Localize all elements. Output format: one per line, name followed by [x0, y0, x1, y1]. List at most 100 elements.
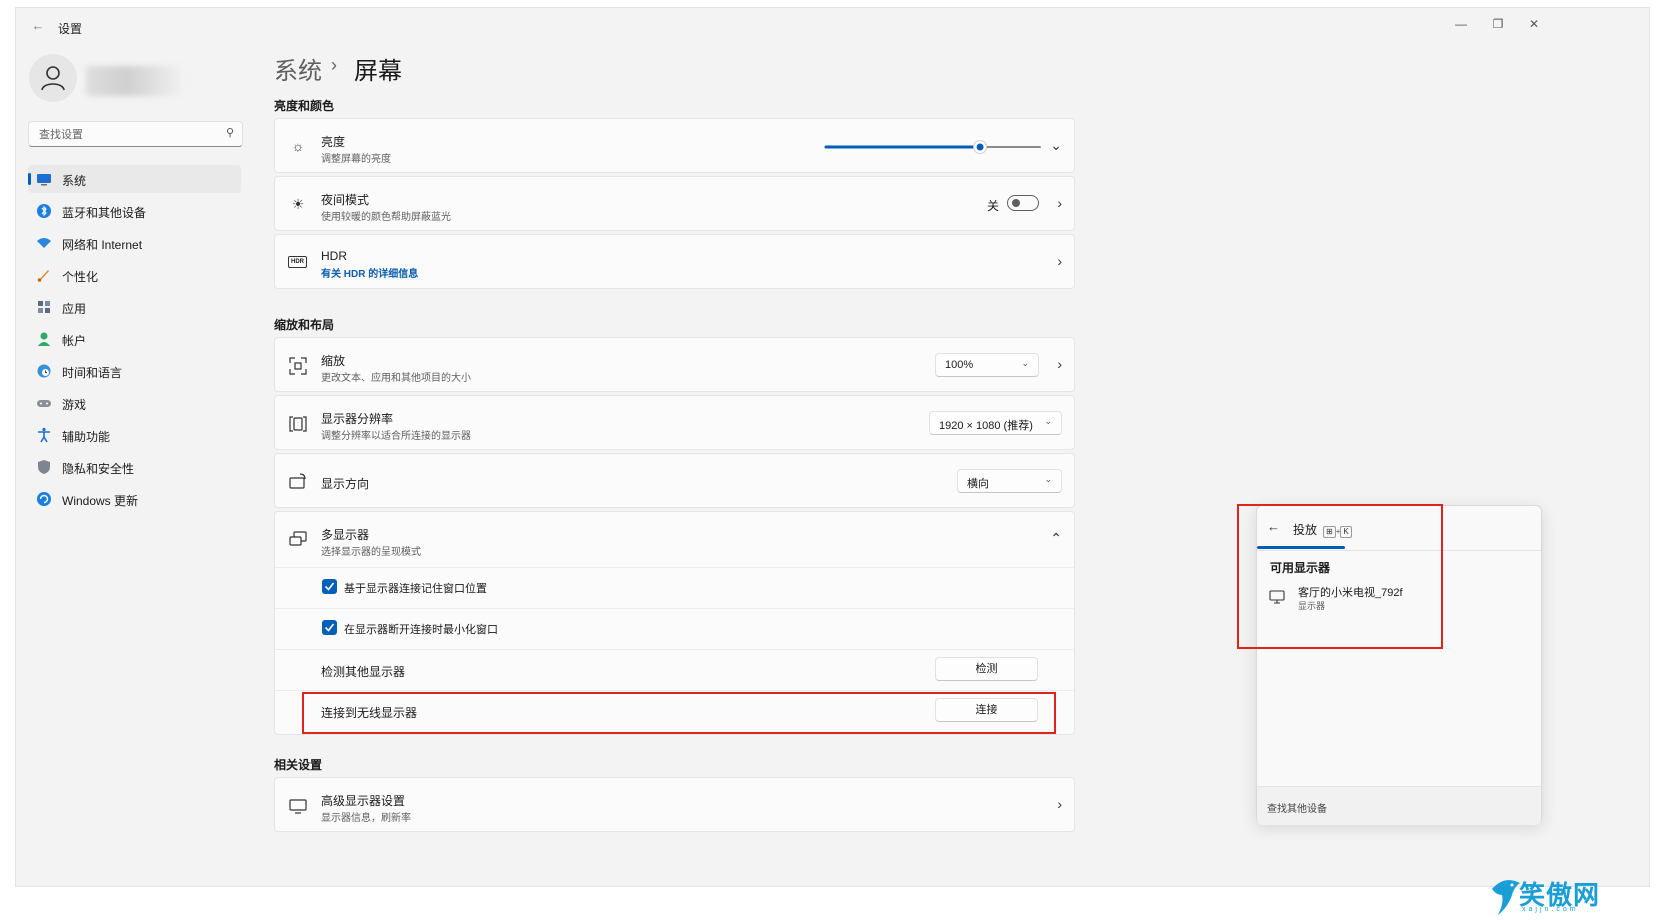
- sidebar-item-label: 系统: [62, 174, 87, 188]
- find-other-devices-link[interactable]: 查找其他设备: [1267, 800, 1327, 815]
- hdr-info-link[interactable]: 有关 HDR 的详细信息: [321, 265, 418, 280]
- night-light-title: 夜间模式: [321, 193, 370, 207]
- sidebar-item-label: 帐户: [62, 334, 87, 348]
- breadcrumb-parent[interactable]: 系统: [274, 51, 322, 86]
- brightness-expand-chevron-icon[interactable]: ⌄: [1050, 137, 1062, 154]
- hdr-title: HDR: [321, 249, 347, 263]
- chevron-down-icon: ⌄: [1021, 358, 1029, 368]
- connect-button[interactable]: 连接: [935, 698, 1038, 722]
- section-heading-related: 相关设置: [274, 758, 323, 772]
- advanced-display-subtitle: 显示器信息，刷新率: [321, 813, 411, 824]
- avatar[interactable]: [29, 54, 77, 102]
- resolution-card: 显示器分辨率 调整分辨率以适合所连接的显示器 1920 × 1080 (推荐) …: [274, 395, 1075, 450]
- detect-button[interactable]: 检测: [935, 657, 1038, 681]
- advanced-chevron-right-icon[interactable]: ›: [1057, 796, 1062, 812]
- scale-title: 缩放: [321, 354, 346, 368]
- multi-display-collapse-chevron-icon[interactable]: ⌃: [1050, 530, 1062, 547]
- hdr-icon: HDR: [288, 256, 307, 268]
- remember-positions-checkbox[interactable]: [322, 579, 337, 594]
- minimize-icon[interactable]: —: [1443, 12, 1479, 36]
- search-input[interactable]: [37, 125, 216, 144]
- orientation-dropdown[interactable]: 横向 ⌄: [957, 469, 1062, 493]
- monitor-icon: [289, 799, 307, 814]
- monitor-icon: [1269, 590, 1285, 604]
- globe-clock-icon: [37, 364, 51, 378]
- orientation-card: 显示方向 横向 ⌄: [274, 453, 1075, 508]
- windows-update-icon: [37, 492, 51, 506]
- orientation-icon: [289, 473, 306, 489]
- cast-back-arrow-icon[interactable]: ←: [1267, 519, 1280, 534]
- section-heading-scale-layout: 缩放和布局: [274, 318, 335, 332]
- sidebar-item-personalization[interactable]: 个性化: [28, 261, 241, 289]
- sidebar-item-gaming[interactable]: 游戏: [28, 389, 241, 417]
- available-displays-heading: 可用显示器: [1270, 561, 1331, 575]
- search-box[interactable]: ⚲: [28, 121, 243, 147]
- night-light-state-label: 关: [987, 199, 1000, 213]
- cast-tab-indicator: [1257, 546, 1345, 549]
- sidebar-item-accessibility[interactable]: 辅助功能: [28, 421, 241, 449]
- k-key: K: [1340, 526, 1352, 538]
- sidebar-item-label: Windows 更新: [62, 494, 139, 508]
- brush-icon: [37, 270, 49, 282]
- brightness-slider[interactable]: [823, 139, 1043, 155]
- sun-icon: ☼: [291, 138, 305, 154]
- hdr-chevron-right-icon[interactable]: ›: [1057, 253, 1062, 269]
- night-light-toggle[interactable]: [1007, 195, 1039, 211]
- minimize-on-disconnect-label: 在显示器断开连接时最小化窗口: [344, 624, 498, 636]
- cast-footer: 查找其他设备: [1257, 786, 1541, 825]
- wifi-icon: [37, 238, 51, 248]
- divider: [275, 567, 1074, 568]
- cast-device-item[interactable]: 客厅的小米电视_792f 显示器: [1265, 580, 1533, 616]
- close-icon[interactable]: ✕: [1516, 12, 1552, 36]
- window-title: 设置: [58, 22, 83, 36]
- apps-icon: [38, 301, 50, 313]
- hdr-card[interactable]: HDR HDR 有关 HDR 的详细信息 ›: [274, 234, 1075, 289]
- sidebar-item-network[interactable]: 网络和 Internet: [28, 229, 241, 257]
- scale-card: 缩放 更改文本、应用和其他项目的大小 100% ⌄ ›: [274, 337, 1075, 392]
- user-name-blurred: [86, 66, 186, 96]
- sidebar-item-accounts[interactable]: 帐户: [28, 325, 241, 353]
- sidebar-item-label: 时间和语言: [62, 366, 123, 380]
- section-heading-brightness-color: 亮度和颜色: [274, 99, 335, 113]
- restore-icon[interactable]: ❐: [1480, 12, 1516, 36]
- advanced-display-title: 高级显示器设置: [321, 794, 406, 808]
- search-icon[interactable]: ⚲: [226, 126, 234, 139]
- scale-chevron-right-icon[interactable]: ›: [1057, 356, 1062, 372]
- scale-subtitle: 更改文本、应用和其他项目的大小: [321, 373, 471, 384]
- sidebar-item-label: 个性化: [62, 270, 99, 284]
- multi-display-icon: [289, 531, 307, 546]
- page-title: 屏幕: [354, 58, 402, 85]
- divider: [1257, 550, 1541, 551]
- brightness-subtitle: 调整屏幕的亮度: [321, 154, 391, 165]
- sidebar-item-windows-update[interactable]: Windows 更新: [28, 485, 241, 513]
- cast-shortcut: ⊞ + K: [1323, 521, 1352, 539]
- advanced-display-card[interactable]: 高级显示器设置 显示器信息，刷新率 ›: [274, 777, 1075, 832]
- sidebar-item-label: 蓝牙和其他设备: [62, 206, 147, 220]
- sidebar-item-bluetooth[interactable]: 蓝牙和其他设备: [28, 197, 241, 225]
- sidebar-item-privacy[interactable]: 隐私和安全性: [28, 453, 241, 481]
- gamepad-icon: [37, 400, 51, 407]
- cast-title: 投放: [1293, 523, 1318, 537]
- active-indicator: [28, 173, 31, 185]
- back-arrow-icon[interactable]: ←: [28, 18, 48, 33]
- resolution-dropdown[interactable]: 1920 × 1080 (推荐) ⌄: [929, 411, 1062, 435]
- settings-window: ← 设置 — ❐ ✕ ⚲ 系统 蓝牙和其他设备 网络和 Internet 个性化…: [16, 8, 1649, 886]
- scale-dropdown[interactable]: 100% ⌄: [935, 353, 1039, 377]
- orientation-value: 横向: [967, 478, 989, 490]
- system-display-icon: [37, 174, 51, 186]
- night-light-chevron-right-icon[interactable]: ›: [1057, 195, 1062, 211]
- chevron-down-icon: ⌄: [1044, 474, 1052, 484]
- sidebar-item-apps[interactable]: 应用: [28, 293, 241, 321]
- sidebar-item-label: 网络和 Internet: [62, 238, 143, 252]
- minimize-on-disconnect-checkbox[interactable]: [322, 620, 337, 635]
- night-light-card[interactable]: ☀ 夜间模式 使用较暖的颜色帮助屏蔽蓝光 关 ›: [274, 176, 1075, 231]
- sidebar-item-system[interactable]: 系统: [28, 165, 241, 193]
- connect-wireless-label: 连接到无线显示器: [321, 706, 418, 720]
- account-icon: [38, 332, 50, 346]
- divider: [275, 690, 1074, 691]
- bluetooth-icon: [37, 204, 51, 218]
- accessibility-icon: [38, 427, 50, 443]
- watermark-domain: xajjn.com: [1522, 906, 1579, 913]
- breadcrumb-separator: ›: [331, 55, 337, 75]
- sidebar-item-time-language[interactable]: 时间和语言: [28, 357, 241, 385]
